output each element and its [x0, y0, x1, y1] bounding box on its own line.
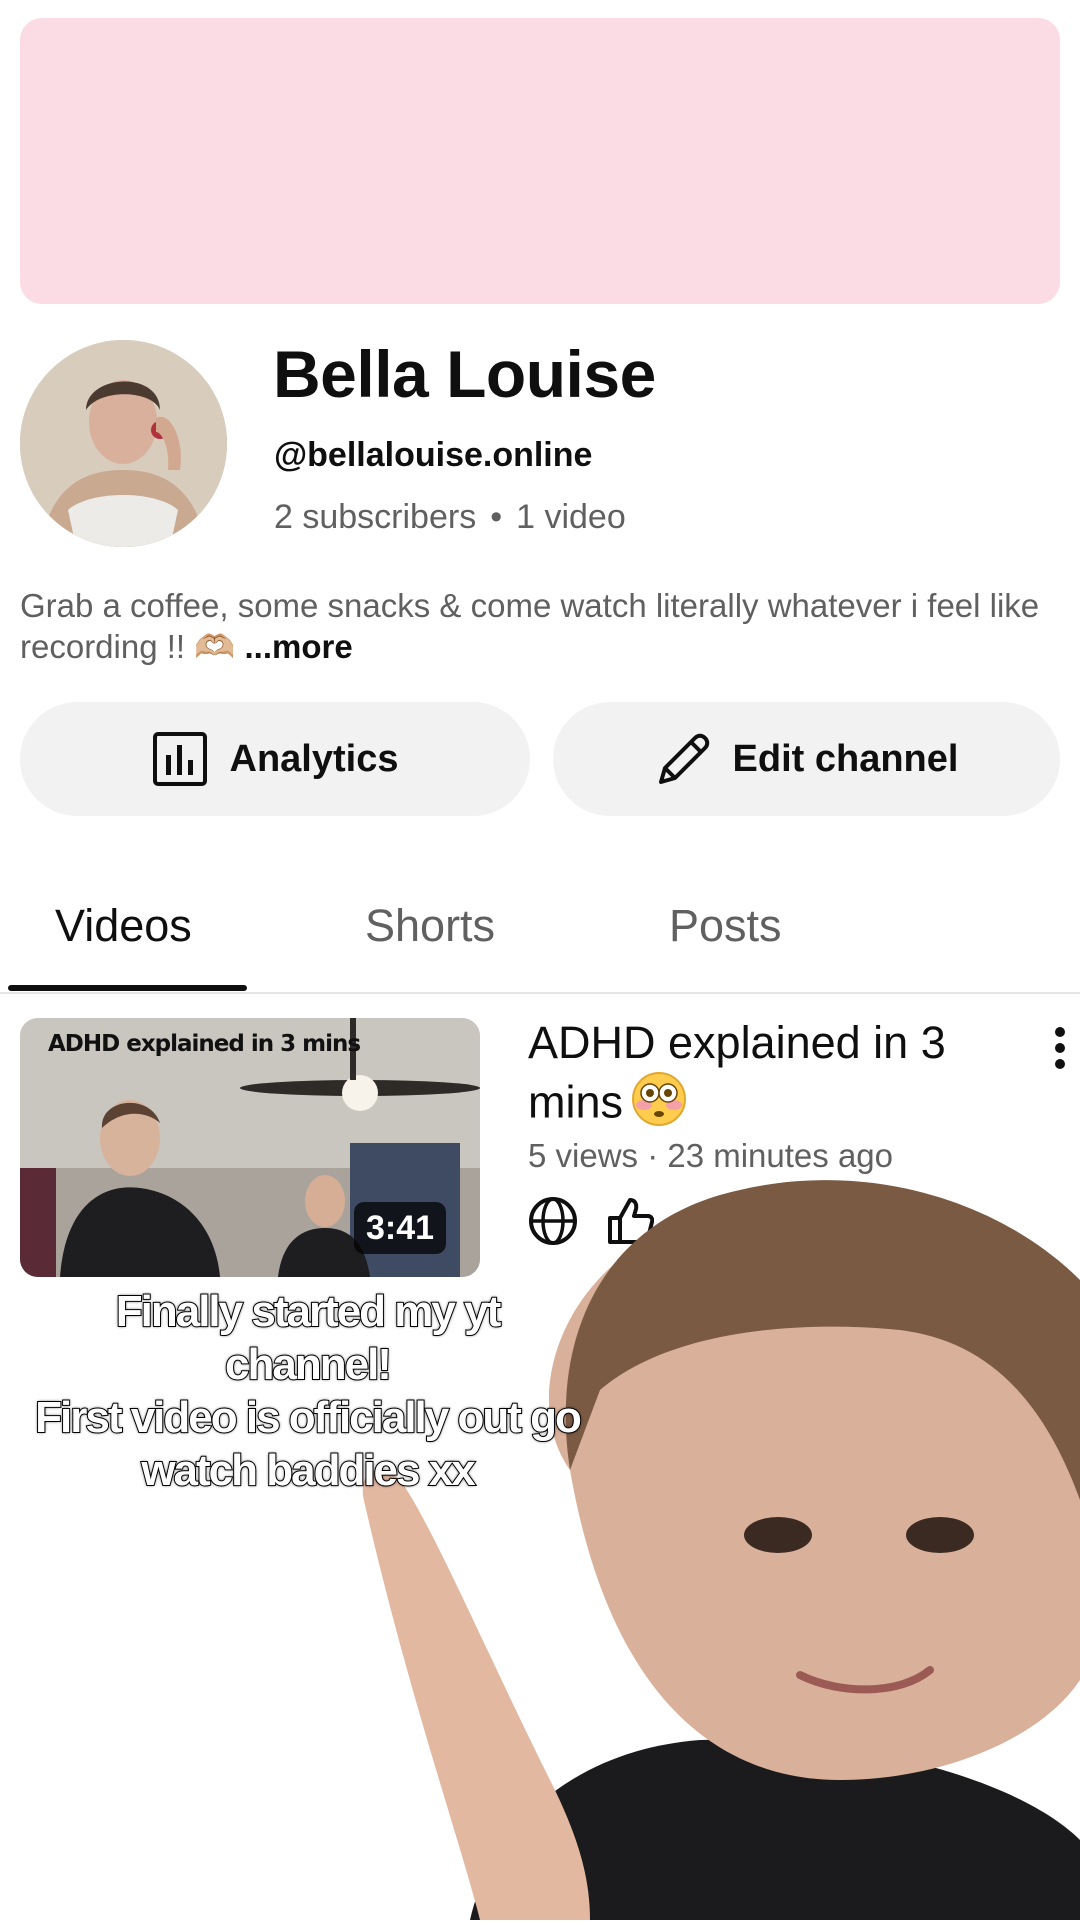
pencil-icon [658, 733, 709, 784]
analytics-label: Analytics [229, 737, 399, 780]
description-text: Grab a coffee, some snacks & come watch … [20, 587, 1040, 665]
tab-videos[interactable]: Videos [55, 900, 192, 952]
flushed-face-icon [631, 1071, 687, 1140]
video-title[interactable]: ADHD explained in 3 mins [528, 1015, 998, 1140]
stats-separator: • [490, 498, 503, 536]
video-title-text: ADHD explained in 3 mins [528, 1017, 946, 1128]
bar-chart-icon [152, 732, 207, 786]
active-tab-indicator [8, 985, 247, 991]
video-count: 1 video [516, 498, 626, 536]
more-options-icon[interactable] [1050, 1026, 1070, 1070]
channel-stats: 2 subscribers • 1 video [274, 498, 626, 537]
channel-name: Bella Louise [273, 337, 656, 411]
channel-tabs: Videos Shorts Posts [0, 860, 1080, 994]
tab-shorts[interactable]: Shorts [365, 900, 495, 952]
overlay-person-sticker [340, 1140, 1080, 1920]
channel-banner [20, 18, 1060, 304]
avatar-photo [20, 340, 227, 547]
analytics-button[interactable]: Analytics [20, 702, 530, 816]
thumbnail-title-text: ADHD explained in 3 mins [48, 1031, 361, 1057]
tab-posts[interactable]: Posts [669, 900, 782, 952]
subscriber-count: 2 subscribers [274, 498, 477, 536]
channel-description[interactable]: Grab a coffee, some snacks & come watch … [20, 585, 1050, 667]
more-link[interactable]: ...more [245, 628, 353, 665]
channel-handle: @bellalouise.online [274, 436, 593, 474]
edit-channel-button[interactable]: Edit channel [553, 702, 1060, 816]
channel-avatar[interactable] [20, 340, 227, 547]
edit-channel-label: Edit channel [732, 737, 959, 780]
overlay-caption: Finally started my yt channel! First vid… [34, 1286, 583, 1496]
